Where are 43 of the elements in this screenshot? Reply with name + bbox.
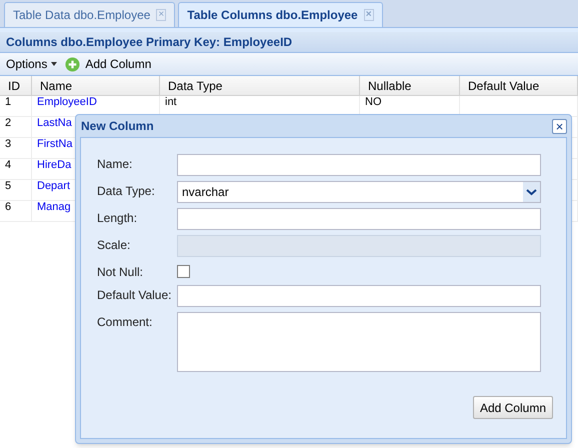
table-cell: Depart	[37, 181, 70, 192]
column-header[interactable]: Data Type	[160, 76, 360, 95]
add-column-button[interactable]: Add Column	[472, 396, 553, 419]
field-label: Not Null:	[97, 264, 144, 280]
table-cell: 2	[5, 118, 12, 129]
field-label: Length:	[97, 210, 138, 226]
column-header[interactable]: Name	[32, 76, 160, 95]
field-label: Default Value:	[97, 287, 172, 303]
column-header[interactable]: ID	[0, 76, 32, 95]
select-value: nvarchar	[181, 184, 230, 201]
table-cell: Manag	[37, 202, 71, 213]
dialog-title: New Column	[80, 118, 155, 135]
table-cell: EmployeeID	[37, 97, 97, 108]
comment-field[interactable]	[177, 312, 541, 372]
table-cell: LastNa	[37, 118, 72, 129]
tab[interactable]: Table Data dbo.Employee ×	[4, 2, 176, 27]
table-cell: 5	[5, 181, 12, 192]
add-column-button[interactable]: Add Column	[65, 55, 152, 73]
text-field[interactable]	[177, 208, 541, 230]
field-label: Data Type:	[97, 183, 156, 199]
tab[interactable]: Table Columns dbo.Employee ×	[178, 2, 383, 27]
table-cell: NO	[365, 97, 382, 108]
field-label: Comment:	[97, 314, 154, 330]
options-button[interactable]: Options	[6, 55, 58, 73]
table-cell: HireDa	[37, 160, 72, 171]
table-cell: FirstNa	[37, 139, 72, 150]
field-label: Name:	[97, 156, 134, 172]
panel-header: Columns dbo.Employee Primary Key: EmployeeID	[0, 32, 578, 53]
close-button[interactable]: ×	[552, 118, 567, 134]
table-cell: int	[165, 97, 177, 108]
data-type-select[interactable]: nvarchar	[177, 181, 541, 203]
add-icon	[65, 56, 80, 72]
field-label: Scale:	[97, 237, 132, 253]
text-field[interactable]	[177, 154, 541, 176]
table-cell: 3	[5, 139, 12, 150]
text-field[interactable]	[177, 285, 541, 307]
checkbox[interactable]	[177, 265, 190, 278]
caret-icon	[51, 62, 58, 66]
table-cell: 4	[5, 160, 12, 171]
table-cell: 1	[5, 97, 12, 108]
table-cell: 6	[5, 202, 12, 213]
column-header[interactable]: Nullable	[360, 76, 460, 95]
column-header[interactable]: Default Value	[460, 76, 578, 95]
